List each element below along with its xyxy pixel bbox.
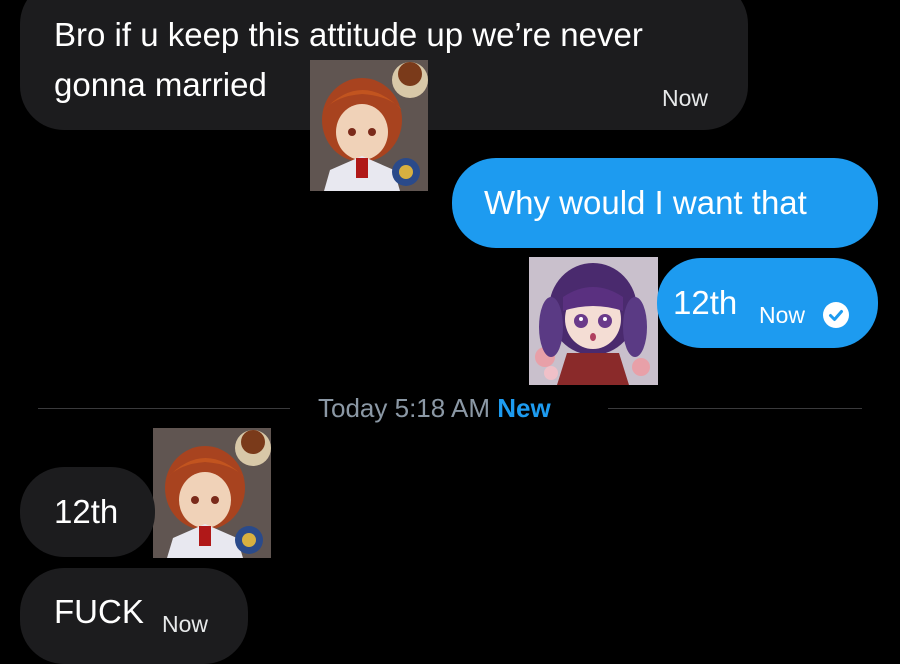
read-check-icon: [823, 302, 849, 328]
red-haired-anime-boy-sticker[interactable]: [153, 428, 271, 558]
message-text: 12th: [54, 493, 119, 530]
divider-date: Today 5:18 AM: [318, 393, 490, 423]
outgoing-message-bubble[interactable]: Why would I want that: [452, 158, 878, 248]
divider-line-right: [608, 408, 862, 409]
incoming-message-bubble[interactable]: FUCK Now: [20, 568, 248, 664]
message-text: FUCK: [54, 593, 144, 630]
divider-line-left: [38, 408, 290, 409]
date-divider: Today 5:18 AM New: [318, 393, 551, 424]
incoming-message-bubble[interactable]: 12th: [20, 467, 155, 557]
purple-haired-anime-girl-sticker[interactable]: [529, 257, 658, 385]
message-text: Why would I want that: [484, 184, 807, 221]
message-text-line-1: Bro if u keep this attitude up we’re nev…: [54, 16, 643, 53]
message-text-line-2: gonna married: [54, 66, 267, 103]
message-timestamp: Now: [162, 611, 209, 637]
new-messages-badge: New: [497, 393, 551, 423]
red-haired-anime-boy-sticker[interactable]: [310, 60, 428, 191]
message-timestamp: Now: [759, 302, 806, 328]
outgoing-message-bubble[interactable]: 12th Now: [657, 258, 878, 348]
message-text: 12th: [673, 284, 738, 321]
message-timestamp: Now: [662, 85, 709, 111]
